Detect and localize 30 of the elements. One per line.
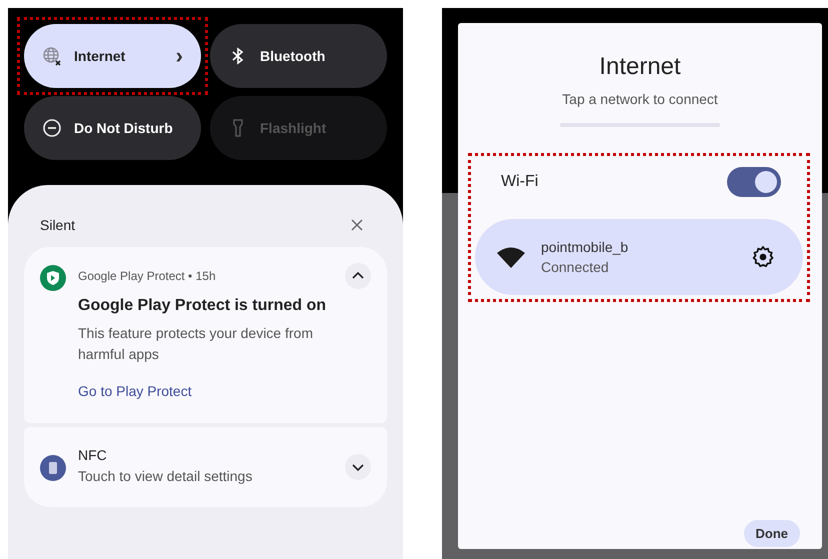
wifi-toggle[interactable]: [727, 167, 781, 197]
nfc-icon: [40, 455, 66, 481]
quick-settings-tile[interactable]: Internet ›: [24, 24, 201, 88]
go-to-play-protect-link[interactable]: Go to Play Protect: [78, 383, 192, 399]
close-icon[interactable]: [351, 219, 363, 231]
section-title: Silent: [40, 217, 76, 233]
shield-icon: [40, 265, 66, 291]
wifi-icon: [497, 246, 525, 268]
network-item[interactable]: pointmobile_b Connected: [475, 219, 803, 295]
dialog-title: Internet: [599, 53, 681, 81]
network-status: Connected: [541, 258, 610, 277]
expand-button[interactable]: [345, 454, 371, 480]
quick-settings-tile[interactable]: Bluetooth: [210, 24, 387, 88]
dialog-subtitle: Tap a network to connect: [562, 91, 718, 107]
notification-text: This feature protects your device from harmful apps: [78, 324, 314, 364]
chevron-icon: ›: [176, 45, 183, 67]
notification-card[interactable]: Google Play Protect • 15h Google Play Protect is turned on This feature protects your device from harmful apps Go to Play Protect: [24, 247, 387, 423]
collapse-button[interactable]: [345, 263, 371, 289]
notification-card[interactable]: NFC Touch to view detail settings: [24, 427, 387, 507]
wifi-label: Wi-Fi: [501, 173, 538, 191]
notification-title: Google Play Protect is turned on: [78, 297, 328, 315]
do-not-disturb-icon: [42, 118, 62, 138]
notification-title: NFC: [78, 447, 108, 463]
network-name: pointmobile_b: [541, 238, 630, 257]
globe-icon: [42, 46, 62, 66]
quick-settings-tile[interactable]: Do Not Disturb: [24, 96, 201, 160]
settings-icon[interactable]: [751, 245, 775, 269]
done-button[interactable]: Done: [744, 520, 800, 547]
notification-source: Google Play Protect • 15h: [78, 269, 217, 283]
notification-text: Touch to view detail settings: [78, 467, 254, 486]
